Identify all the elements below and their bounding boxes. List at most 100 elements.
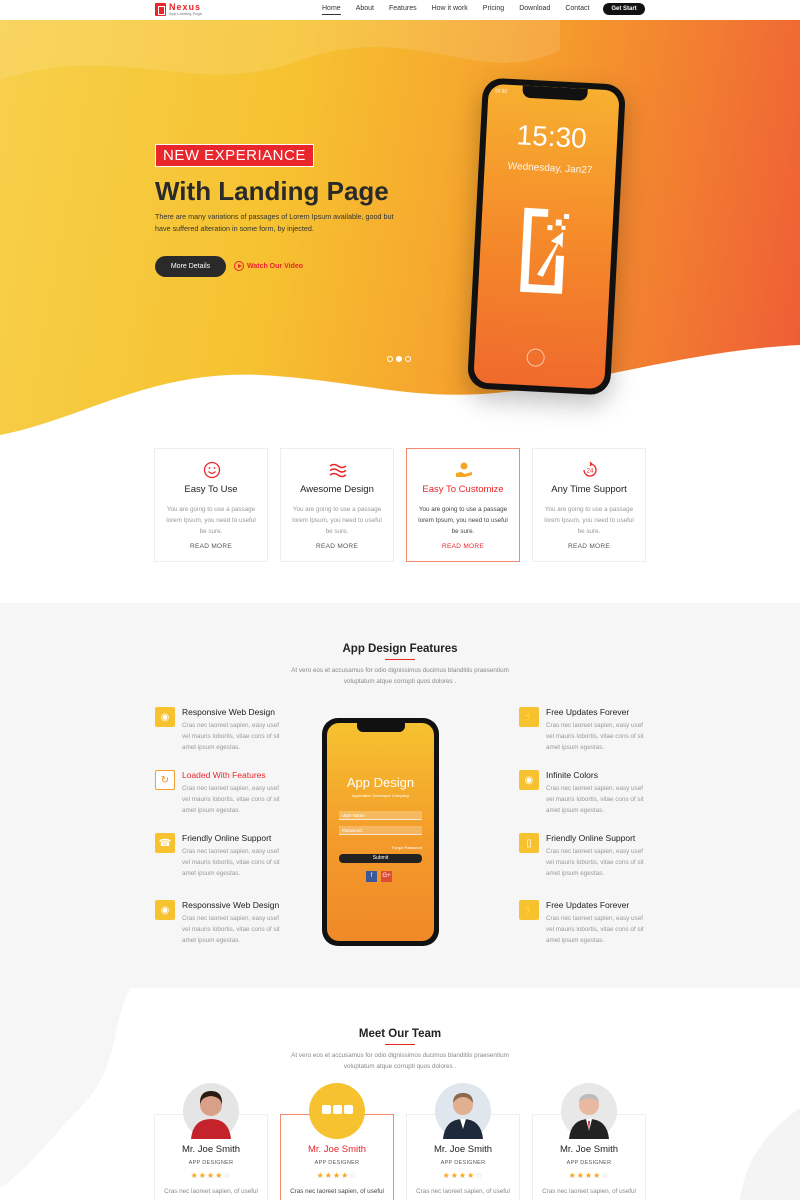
- member-text: Cras nec laoreet sapien, of useful: [290, 1188, 384, 1195]
- watch-video-label: Watch Our Video: [247, 262, 304, 270]
- team-section: Meet Our Team At vero eos et accusamus f…: [0, 988, 800, 1200]
- app-logo-icon: [520, 207, 570, 294]
- service-text: You are going to use a passage lorem Ips…: [544, 506, 634, 535]
- feature-text: Cras nec laoreet sapien, easy usef vel m…: [546, 722, 644, 751]
- section-title: App Design Features: [342, 643, 458, 655]
- title-underline: [385, 1044, 415, 1045]
- waves-icon: [329, 463, 347, 478]
- rating-stars: ★★★★☆: [568, 1171, 610, 1180]
- decorative-blob: [0, 988, 800, 1200]
- service-card[interactable]: Awesome Design You are going to use a pa…: [280, 448, 394, 562]
- member-role: APP DESIGNER: [314, 1160, 360, 1166]
- phone-password-field: Password: [339, 826, 422, 835]
- service-title: Easy To Customize: [422, 484, 504, 495]
- app-features-section: App Design Features At vero eos et accus…: [0, 603, 800, 988]
- phone-status-time: 15:30: [494, 88, 508, 95]
- member-avatar-2: [309, 1083, 365, 1139]
- feature-text: Cras nec laoreet sapien, easy usef vel m…: [546, 785, 644, 814]
- member-text: Cras nec laoreet sapien, of useful: [542, 1188, 636, 1195]
- hero-title: With Landing Page: [155, 176, 389, 206]
- phone-app-title: App Design: [346, 775, 415, 790]
- member-name: Mr. Joe Smith: [433, 1144, 493, 1155]
- nav-pricing[interactable]: Pricing: [483, 5, 504, 15]
- brand-tagline: App Landing Page: [169, 11, 202, 16]
- feature-text: Cras nec laoreet sapien, easy usef vel m…: [182, 722, 280, 751]
- nav-about[interactable]: About: [356, 5, 374, 15]
- feature-title: Friendly Online Support: [182, 833, 272, 843]
- top-navbar: Nexus App Landing Page Home About Featur…: [0, 0, 800, 20]
- section-title: Meet Our Team: [358, 1028, 442, 1040]
- member-name: Mr. Joe Smith: [307, 1144, 367, 1155]
- service-text: You are going to use a passage lorem Ips…: [292, 506, 382, 535]
- support-icon: ☎: [155, 833, 175, 853]
- service-title: Awesome Design: [300, 484, 374, 495]
- smile-icon: [203, 461, 221, 479]
- google-plus-icon: G+: [381, 871, 392, 882]
- brand-logo[interactable]: Nexus App Landing Page: [155, 3, 202, 16]
- nav-features[interactable]: Features: [389, 5, 417, 15]
- title-underline: [385, 659, 415, 660]
- bolt-icon: ⚡: [519, 900, 539, 920]
- member-avatar-3: [435, 1083, 491, 1139]
- feature-text: Cras nec laoreet sapien, easy usef vel m…: [546, 915, 644, 944]
- member-avatar-1: [183, 1083, 239, 1139]
- member-role: APP DESIGNER: [566, 1160, 612, 1166]
- phone-forgot-link: Forgot Password: [391, 845, 422, 850]
- feature-text: Cras nec laoreet sapien, easy usef vel m…: [182, 785, 280, 814]
- service-card[interactable]: Easy To Use You are going to use a passa…: [154, 448, 268, 562]
- read-more-link[interactable]: READ MORE: [533, 543, 645, 550]
- member-name: Mr. Joe Smith: [559, 1144, 619, 1155]
- slider-dot-1[interactable]: [387, 356, 393, 362]
- read-more-link[interactable]: READ MORE: [155, 543, 267, 550]
- bolt-icon: ⚡: [519, 707, 539, 727]
- rating-stars: ★★★★☆: [190, 1171, 232, 1180]
- hand-gear-icon: [456, 462, 472, 477]
- slider-dots: [387, 356, 411, 362]
- feature-text: Cras nec laoreet sapien, easy usef vel m…: [182, 915, 280, 944]
- palette-icon: ◉: [519, 770, 539, 790]
- get-start-button[interactable]: Get Start: [603, 3, 645, 15]
- section-subtitle: At vero eos et accusamus for odio dignis…: [291, 1052, 509, 1070]
- main-menu: Home About Features How it work Pricing …: [322, 5, 604, 15]
- phone-clock: 15:30: [515, 119, 588, 154]
- refresh-icon: ↻: [155, 770, 175, 790]
- nav-how-it-work[interactable]: How it work: [432, 5, 468, 15]
- hero-badge: NEW EXPERIANCE: [155, 144, 314, 167]
- slider-dot-3[interactable]: [405, 356, 411, 362]
- nav-download[interactable]: Download: [519, 5, 550, 15]
- hero-section: NEW EXPERIANCE With Landing Page There a…: [0, 20, 800, 450]
- member-text: Cras nec laoreet sapien, of useful: [164, 1188, 258, 1195]
- member-text: Cras nec laoreet sapien, of useful: [416, 1188, 510, 1195]
- service-card-active[interactable]: Easy To Customize You are going to use a…: [406, 448, 520, 562]
- phone-date: Wednesday, Jan27: [507, 160, 593, 177]
- phone-submit-button: Submit: [339, 854, 422, 863]
- nav-contact[interactable]: Contact: [565, 5, 589, 15]
- globe-icon: ◉: [155, 707, 175, 727]
- feature-title: Free Updates Forever: [546, 900, 630, 910]
- phone-username-field: User Name: [339, 811, 422, 820]
- read-more-link[interactable]: READ MORE: [281, 543, 393, 550]
- service-card[interactable]: 24 Any Time Support You are going to use…: [532, 448, 646, 562]
- app-phone-mockup: App Design Application Developer Company…: [322, 718, 439, 946]
- slider-dot-2[interactable]: [396, 356, 402, 362]
- feature-title: Responsive Web Design: [182, 707, 275, 717]
- support-24-icon: 24: [583, 461, 597, 477]
- service-text: You are going to use a passage lorem Ips…: [418, 506, 508, 535]
- feature-title: Infinite Colors: [546, 770, 598, 780]
- read-more-link[interactable]: READ MORE: [407, 543, 519, 550]
- feature-title: Responssive Web Design: [182, 900, 280, 910]
- lock-icon: [526, 348, 546, 368]
- service-title: Easy To Use: [184, 484, 238, 495]
- member-role: APP DESIGNER: [188, 1160, 234, 1166]
- rating-stars: ★★★★☆: [316, 1171, 358, 1180]
- service-title: Any Time Support: [551, 484, 627, 495]
- service-text: You are going to use a passage lorem Ips…: [166, 506, 256, 535]
- feature-title: Friendly Online Support: [546, 833, 636, 843]
- watch-video-link[interactable]: Watch Our Video: [234, 261, 303, 271]
- hero-wave-shape: [0, 20, 800, 450]
- hero-description: There are many variations of passages of…: [155, 212, 394, 233]
- member-name: Mr. Joe Smith: [181, 1144, 241, 1155]
- facebook-icon: f: [366, 871, 377, 882]
- nav-home[interactable]: Home: [322, 5, 341, 15]
- more-details-button[interactable]: More Details: [155, 256, 226, 277]
